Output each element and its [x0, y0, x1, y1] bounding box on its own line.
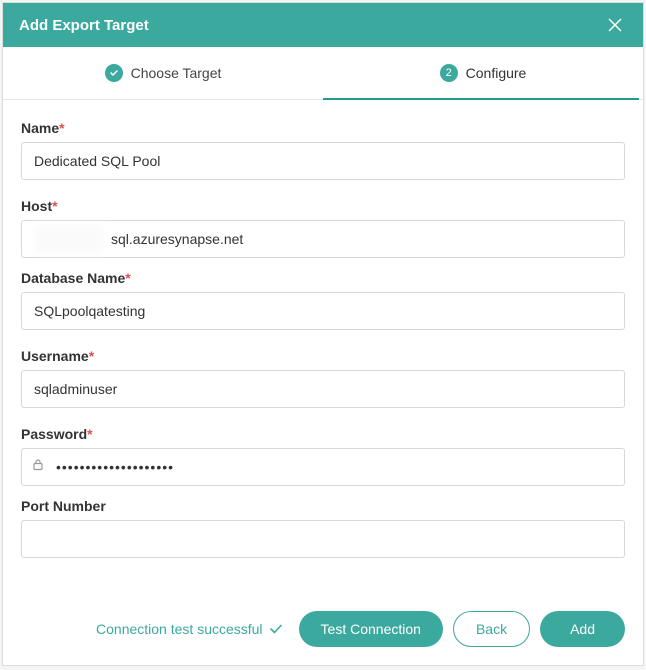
name-label: Name*: [21, 120, 625, 136]
stepper: Choose Target 2 Configure: [3, 47, 643, 100]
step-choose-target[interactable]: Choose Target: [3, 47, 323, 99]
port-number-label: Port Number: [21, 498, 625, 514]
active-step-underline: [323, 98, 639, 100]
database-name-label: Database Name*: [21, 270, 625, 286]
port-number-input[interactable]: [21, 520, 625, 558]
step-configure[interactable]: 2 Configure: [323, 47, 643, 99]
step-number-badge: 2: [440, 64, 458, 82]
host-input[interactable]: [21, 220, 625, 258]
lock-icon: [31, 458, 45, 477]
dialog-header: Add Export Target: [3, 3, 643, 47]
add-export-target-dialog: Add Export Target Choose Target 2 Config…: [2, 2, 644, 666]
connection-status-text: Connection test successful: [96, 621, 263, 637]
close-button[interactable]: [603, 13, 627, 37]
add-button[interactable]: Add: [540, 611, 625, 647]
username-label: Username*: [21, 348, 625, 364]
name-input[interactable]: [21, 142, 625, 180]
password-label: Password*: [21, 426, 625, 442]
dialog-title: Add Export Target: [19, 17, 149, 34]
back-button[interactable]: Back: [453, 611, 530, 647]
configure-form: Name* Host* sql.azuresynapse.net Databas…: [3, 100, 643, 599]
test-connection-button[interactable]: Test Connection: [299, 611, 443, 647]
step-label: Choose Target: [131, 65, 222, 81]
password-input[interactable]: [21, 448, 625, 486]
close-icon: [607, 17, 623, 33]
check-icon: [269, 622, 283, 636]
username-input[interactable]: [21, 370, 625, 408]
check-icon: [105, 64, 123, 82]
connection-status: Connection test successful: [96, 621, 283, 637]
database-name-input[interactable]: [21, 292, 625, 330]
host-input-wrap: sql.azuresynapse.net: [21, 220, 625, 258]
redacted-host-prefix: [35, 225, 103, 253]
step-label: Configure: [466, 65, 527, 81]
host-label: Host*: [21, 198, 625, 214]
dialog-footer: Connection test successful Test Connecti…: [3, 599, 643, 665]
